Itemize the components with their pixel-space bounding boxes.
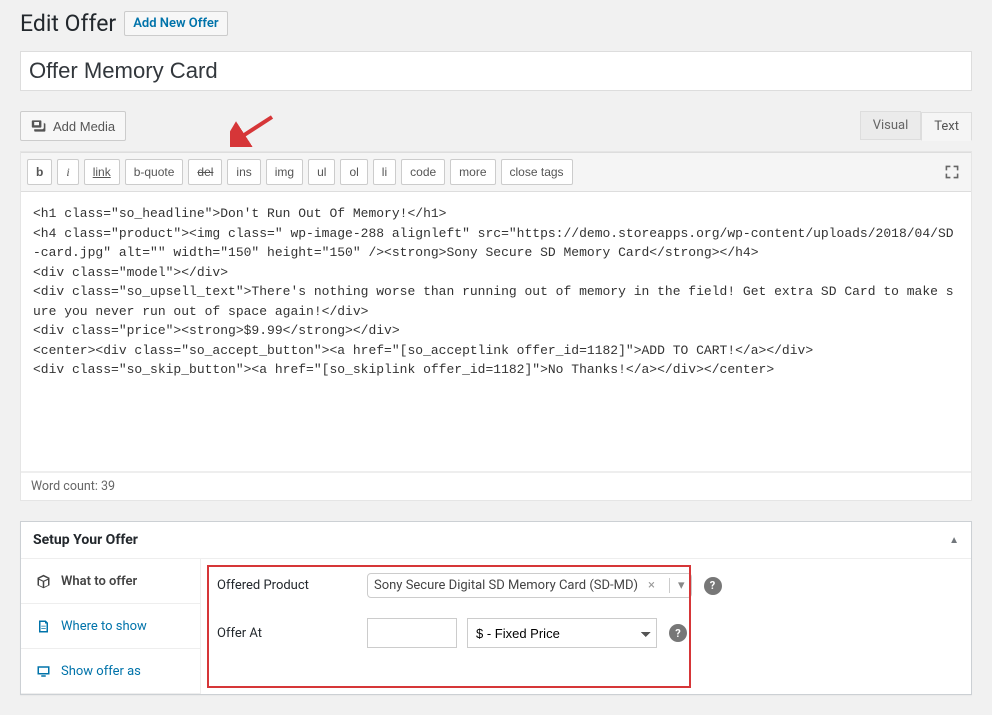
- media-icon: [31, 118, 47, 134]
- tab-text[interactable]: Text: [921, 112, 972, 141]
- sidetab-where-to-show[interactable]: Where to show: [21, 604, 200, 649]
- document-icon: [35, 618, 51, 634]
- toolbar-ins-button[interactable]: ins: [227, 159, 260, 185]
- clear-selection-icon[interactable]: ×: [644, 578, 659, 593]
- fullscreen-icon: [944, 164, 960, 180]
- editor-toolbar: b i link b-quote del ins img ul ol li co…: [21, 152, 971, 192]
- offered-product-select[interactable]: Sony Secure Digital SD Memory Card (SD-M…: [367, 573, 692, 598]
- offer-at-amount-input[interactable]: [367, 618, 457, 648]
- toolbar-more-button[interactable]: more: [450, 159, 495, 185]
- toolbar-li-button[interactable]: li: [373, 159, 396, 185]
- tab-visual[interactable]: Visual: [860, 111, 922, 140]
- toolbar-ul-button[interactable]: ul: [308, 159, 335, 185]
- add-media-label: Add Media: [53, 119, 115, 134]
- help-icon[interactable]: ?: [704, 577, 722, 595]
- fullscreen-button[interactable]: [939, 159, 965, 185]
- toolbar-bquote-button[interactable]: b-quote: [125, 159, 184, 185]
- add-new-offer-button[interactable]: Add New Offer: [124, 11, 227, 36]
- setup-heading: Setup Your Offer: [33, 532, 138, 548]
- toolbar-closetags-button[interactable]: close tags: [501, 159, 573, 185]
- toolbar-link-button[interactable]: link: [84, 159, 120, 185]
- editor-textarea[interactable]: <h1 class="so_headline">Don't Run Out Of…: [21, 192, 971, 472]
- word-count-label: Word count: 39: [21, 472, 971, 500]
- toolbar-ol-button[interactable]: ol: [340, 159, 367, 185]
- offer-at-label: Offer At: [217, 626, 367, 641]
- help-icon[interactable]: ?: [669, 624, 687, 642]
- offered-product-value: Sony Secure Digital SD Memory Card (SD-M…: [374, 578, 638, 593]
- page-title: Edit Offer: [20, 10, 116, 37]
- sidetab-show-offer-as[interactable]: Show offer as: [21, 649, 200, 694]
- add-media-button[interactable]: Add Media: [20, 111, 126, 141]
- sidetab-label: Where to show: [61, 619, 147, 634]
- collapse-toggle[interactable]: ▲: [949, 535, 959, 546]
- chevron-down-icon[interactable]: ▾: [669, 578, 685, 593]
- offer-at-type-select[interactable]: $ - Fixed Price: [467, 618, 657, 648]
- cube-icon: [35, 573, 51, 589]
- sidetab-label: Show offer as: [61, 664, 141, 679]
- toolbar-img-button[interactable]: img: [266, 159, 303, 185]
- offer-title-input[interactable]: [20, 51, 972, 91]
- sidetab-label: What to offer: [61, 574, 137, 589]
- offered-product-label: Offered Product: [217, 578, 367, 593]
- toolbar-bold-button[interactable]: b: [27, 159, 52, 185]
- monitor-icon: [35, 663, 51, 679]
- toolbar-italic-button[interactable]: i: [57, 159, 78, 185]
- toolbar-del-button[interactable]: del: [188, 159, 222, 185]
- toolbar-code-button[interactable]: code: [401, 159, 445, 185]
- sidetab-what-to-offer[interactable]: What to offer: [21, 559, 200, 604]
